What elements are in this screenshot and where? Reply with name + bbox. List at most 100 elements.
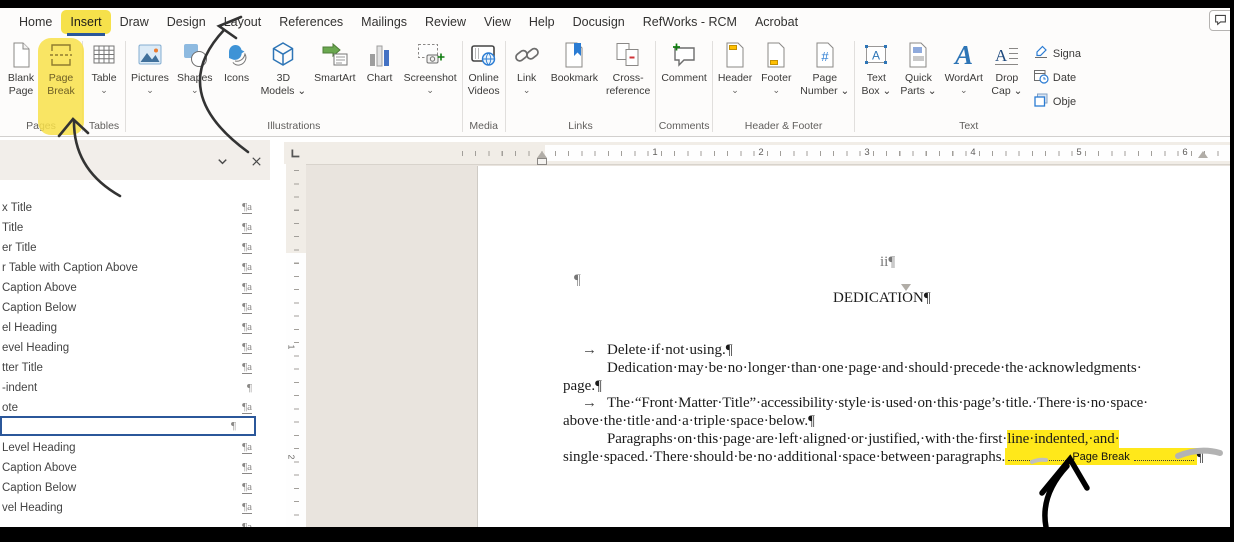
chevron-down-icon[interactable]: ⌄: [731, 85, 739, 95]
page-number-button[interactable]: # Page Number ⌄: [796, 36, 853, 119]
wordart-button[interactable]: A WordArt ⌄: [941, 36, 987, 119]
page-break-button[interactable]: Page Break: [38, 36, 84, 135]
chevron-down-icon[interactable]: ⌄: [523, 85, 531, 95]
left-indent-marker[interactable]: [537, 158, 547, 165]
header-button[interactable]: Header ⌄: [714, 36, 756, 119]
document-text-line: DEDICATION¶: [833, 289, 931, 307]
ribbon-tab-view[interactable]: View: [475, 10, 520, 34]
ribbon-tab-insert[interactable]: Insert: [61, 10, 111, 36]
ribbon-tab-review[interactable]: Review: [416, 10, 475, 34]
style-list-item[interactable]: el Heading ¶a: [0, 318, 270, 338]
ribbon-tab-help[interactable]: Help: [520, 10, 564, 34]
chevron-down-icon[interactable]: ⌄: [100, 85, 108, 95]
style-name: tter Title: [2, 362, 43, 374]
icons-button[interactable]: Icons: [217, 36, 257, 119]
style-name: ote: [2, 402, 18, 414]
button-label: Box ⌄: [861, 84, 892, 97]
button-label: Obje: [1052, 95, 1077, 108]
svg-text:A: A: [953, 40, 973, 70]
object-icon: [1033, 92, 1049, 111]
ribbon-tab-acrobat[interactable]: Acrobat: [746, 10, 807, 34]
horizontal-ruler[interactable]: 1 2 3 4 5 6: [306, 142, 1231, 291]
ribbon-group-pages: Blank Page Page Break Pages: [0, 36, 84, 136]
footer-button[interactable]: Footer ⌄: [756, 36, 796, 119]
chart-button[interactable]: Chart: [360, 36, 400, 119]
style-list-item[interactable]: -indent ¶: [0, 378, 270, 398]
blank-page-button[interactable]: Blank Page: [1, 36, 41, 119]
style-list-item[interactable]: er Title ¶a: [0, 238, 270, 258]
table-icon: [89, 40, 119, 70]
date-time-button[interactable]: Date: [1033, 68, 1081, 87]
vertical-ruler: 12: [286, 164, 306, 527]
ribbon-tab-mailings[interactable]: Mailings: [352, 10, 416, 34]
tab-mark: →: [582, 342, 597, 358]
3d-models-icon: [268, 40, 298, 70]
style-list-item[interactable]: Title ¶a: [0, 218, 270, 238]
style-name: Caption Above: [2, 462, 77, 474]
comment-icon: [669, 40, 699, 70]
style-list-item[interactable]: Caption Below ¶a: [0, 298, 270, 318]
chevron-down-icon[interactable]: ⌄: [773, 85, 781, 95]
styles-pane-header: [0, 140, 270, 180]
button-label: 3D: [276, 72, 291, 84]
signature-button[interactable]: Signa: [1033, 44, 1081, 63]
tab-selector[interactable]: [284, 142, 306, 164]
ribbon-tab-layout[interactable]: Layout: [215, 10, 271, 34]
ruler-number: 2: [286, 454, 297, 460]
style-list-item[interactable]: ote ¶a: [0, 398, 270, 418]
button-label: Screenshot: [403, 72, 457, 84]
style-list-item[interactable]: Caption Below ¶a: [0, 478, 270, 498]
style-list-item[interactable]: Caption Above ¶a: [0, 458, 270, 478]
style-list-item[interactable]: r Table with Caption Above ¶a: [0, 258, 270, 278]
paragraph-mark: ¶a: [242, 261, 252, 274]
chevron-down-icon[interactable]: [212, 151, 232, 171]
style-name: Caption Above: [2, 282, 77, 294]
ribbon-tab-references[interactable]: References: [270, 10, 352, 34]
style-list-item[interactable]: x Title ¶a: [0, 198, 270, 218]
comment-button[interactable]: Comment: [657, 36, 711, 119]
footer-icon: [761, 40, 791, 70]
chevron-down-icon[interactable]: ⌄: [191, 85, 199, 95]
table-button[interactable]: Table ⌄: [84, 36, 124, 119]
ribbon-tab-draw[interactable]: Draw: [111, 10, 158, 34]
smartart-button[interactable]: SmartArt: [310, 36, 359, 119]
ribbon-tab-home[interactable]: Home: [10, 10, 61, 34]
close-icon[interactable]: [246, 151, 266, 171]
link-button[interactable]: Link ⌄: [507, 36, 547, 119]
style-list-item[interactable]: tter Title ¶a: [0, 358, 270, 378]
paragraph-mark: ¶a: [242, 221, 252, 234]
button-label: Number ⌄: [800, 84, 850, 97]
text-box-icon: A: [861, 40, 891, 70]
style-list-item[interactable]: vel Heading ¶a: [0, 498, 270, 518]
chevron-down-icon[interactable]: ⌄: [960, 85, 968, 95]
button-label: WordArt: [944, 72, 983, 84]
style-name: Caption Below: [2, 482, 77, 494]
ribbon-tab-refworks-rcm[interactable]: RefWorks - RCM: [634, 10, 746, 34]
ribbon-tab-design[interactable]: Design: [158, 10, 215, 34]
drop-cap-button[interactable]: A Drop Cap ⌄: [987, 36, 1027, 119]
style-list-item[interactable]: Caption Above ¶a: [0, 278, 270, 298]
right-indent-marker[interactable]: [1198, 151, 1208, 158]
style-list-item[interactable]: Level Heading ¶a: [0, 438, 270, 458]
style-list-item[interactable]: ¶: [0, 416, 256, 436]
3d-models-button[interactable]: 3D Models ⌄: [257, 36, 311, 119]
quick-parts-button[interactable]: Quick Parts ⌄: [896, 36, 940, 119]
online-videos-button[interactable]: Online Videos: [464, 36, 504, 119]
ribbon-tab-docusign[interactable]: Docusign: [564, 10, 634, 34]
bottom-black-bar: [0, 527, 1234, 542]
document-text-line: single·spaced.·There·should·be·no·additi…: [563, 448, 1204, 466]
chevron-down-icon[interactable]: ⌄: [146, 85, 154, 95]
text-box-button[interactable]: A Text Box ⌄: [856, 36, 896, 119]
style-list-item[interactable]: evel Heading ¶a: [0, 338, 270, 358]
pictures-button[interactable]: Pictures ⌄: [127, 36, 173, 119]
screenshot-button[interactable]: Screenshot ⌄: [400, 36, 461, 119]
cross-reference-button[interactable]: Cross-reference: [602, 36, 654, 119]
button-label: Link: [517, 72, 537, 84]
hanging-indent-marker[interactable]: [537, 151, 547, 158]
paragraph-mark: ¶a: [242, 461, 252, 474]
chevron-down-icon[interactable]: ⌄: [426, 85, 434, 95]
ribbon-group-label: Illustrations: [267, 120, 321, 132]
shapes-button[interactable]: Shapes ⌄: [173, 36, 217, 119]
bookmark-button[interactable]: Bookmark: [547, 36, 602, 119]
object-button[interactable]: Obje: [1033, 92, 1081, 111]
